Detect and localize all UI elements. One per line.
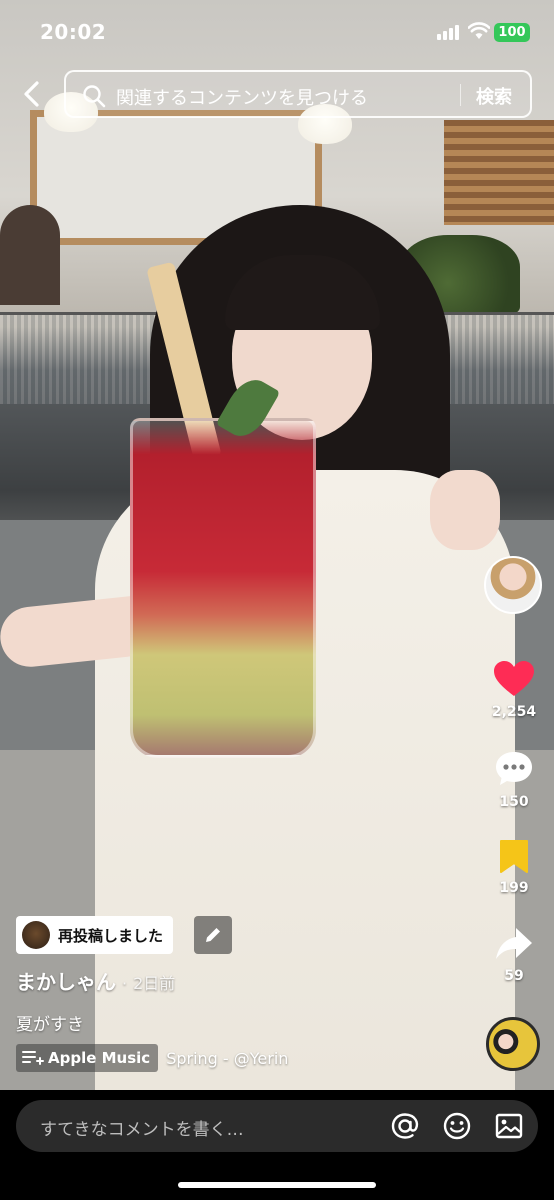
song-title: Spring - @Yerin [166,1048,289,1068]
repost-badge[interactable]: 再投稿しました [16,916,174,954]
music-service-label: Apple Music [48,1049,151,1067]
back-button[interactable] [14,76,50,112]
music-row[interactable]: Apple Music Spring - @Yerin [16,1044,288,1072]
wifi-icon [468,22,490,39]
share-count: 59 [504,968,524,984]
edit-repost-button[interactable] [194,916,232,954]
heart-icon [494,661,534,696]
top-nav: 関連するコンテンツを見つける 検索 [0,68,554,120]
comment-count: 150 [499,794,529,810]
background-person [0,205,60,305]
like-count: 2,254 [491,704,537,720]
subject-hand [430,470,500,550]
emoji-icon[interactable] [442,1111,472,1141]
pencil-icon [206,928,220,942]
search-placeholder: 関連するコンテンツを見つける [116,88,368,109]
share-arrow-icon [496,928,532,959]
post-caption: 夏がすき [16,1015,84,1035]
comment-button[interactable]: 150 [484,750,544,810]
music-disc[interactable] [486,1017,540,1071]
search-button[interactable]: 検索 [476,83,512,109]
repost-avatar [22,921,50,949]
save-count: 199 [499,880,529,896]
share-button[interactable]: 59 [484,926,544,984]
repost-label: 再投稿しました [58,926,164,945]
author-row: まかしゃん · 2日前 [16,966,175,995]
creator-avatar[interactable] [484,556,542,614]
like-button[interactable]: 2,254 [484,660,544,720]
search-input[interactable]: 関連するコンテンツを見つける 検索 [64,70,532,118]
drink-glass [130,418,316,758]
status-time: 20:02 [40,20,107,44]
search-divider [460,84,461,106]
chevron-left-icon [24,81,39,107]
save-button[interactable]: 199 [484,838,544,896]
comment-placeholder: すてきなコメントを書く… [40,1120,244,1140]
comment-input[interactable]: すてきなコメントを書く… [16,1100,538,1152]
status-bar: 20:02 100 [0,0,554,62]
post-separator: · [122,974,128,993]
mention-icon[interactable] [390,1111,420,1141]
apple-music-chip[interactable]: Apple Music [16,1044,159,1072]
image-icon[interactable] [494,1111,524,1141]
comment-bubble-icon [496,752,532,785]
cellular-signal-icon [437,24,463,40]
playlist-add-icon [22,1051,44,1065]
search-icon [83,85,106,108]
window-blinds [444,120,554,225]
bookmark-icon [500,840,528,873]
author-name[interactable]: まかしゃん [16,966,116,995]
post-time: 2日前 [133,974,176,993]
home-indicator[interactable] [178,1182,376,1188]
battery-indicator: 100 [494,23,530,42]
